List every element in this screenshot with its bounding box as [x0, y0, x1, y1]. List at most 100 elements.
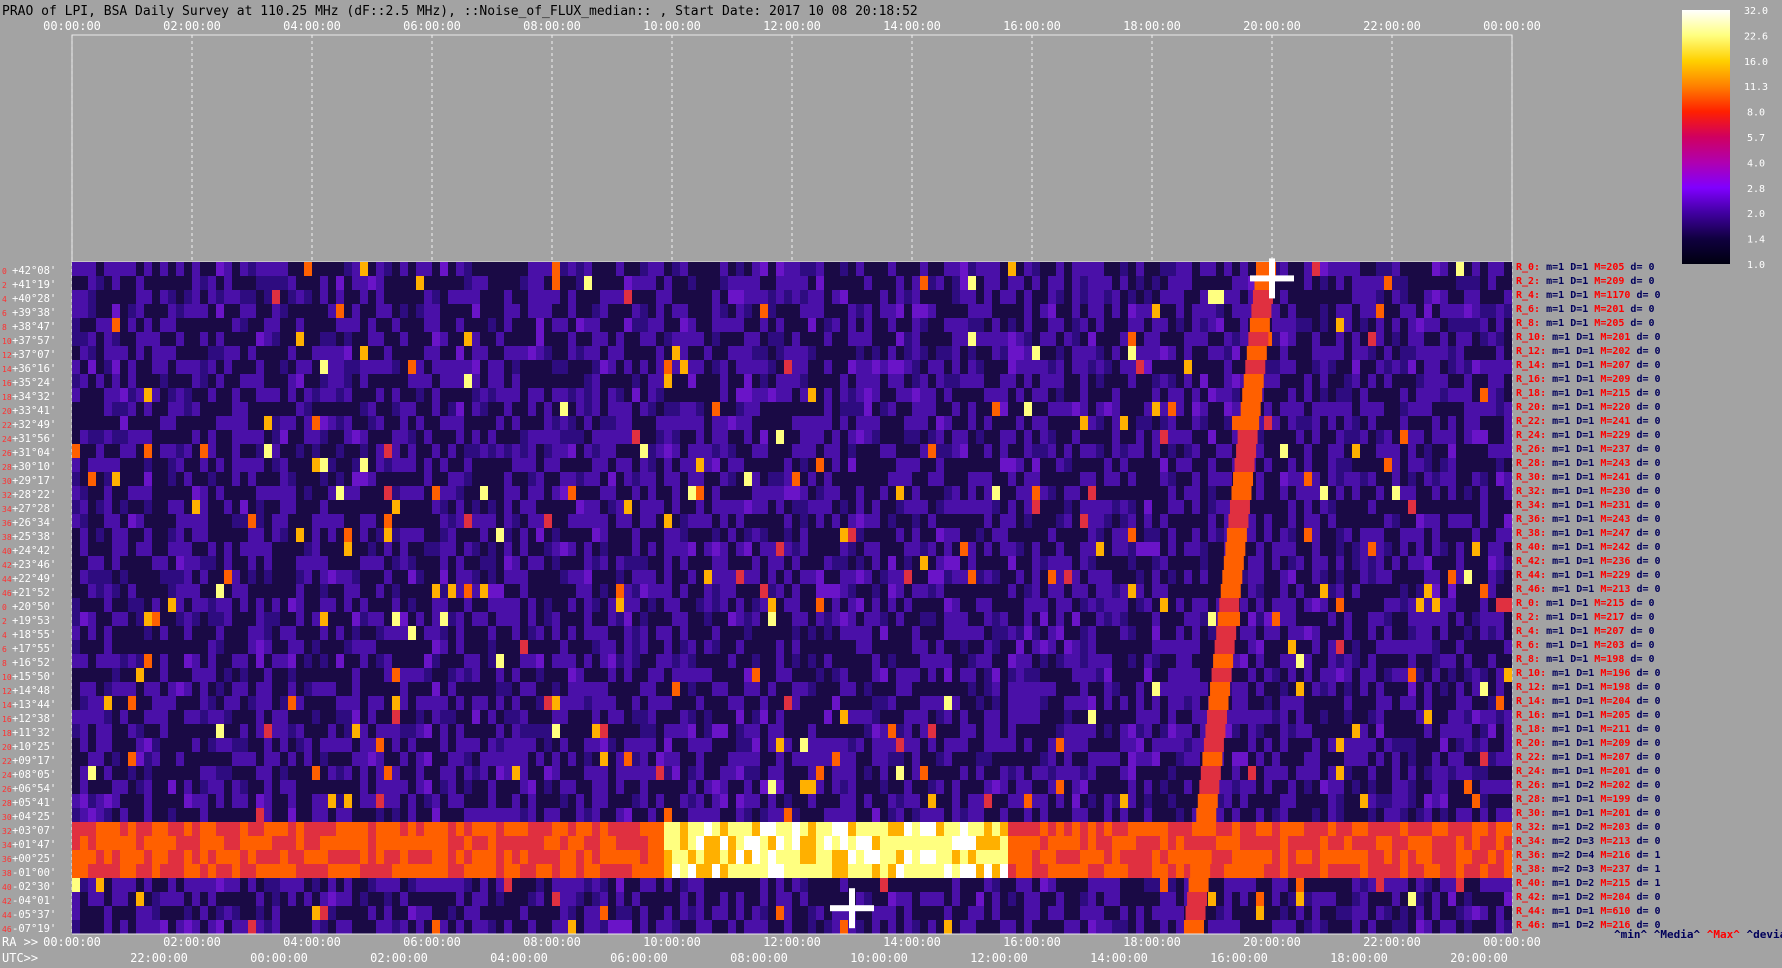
heatmap-cell [1216, 388, 1224, 402]
heatmap-cell [1000, 738, 1008, 752]
heatmap-cell [1408, 668, 1416, 682]
heatmap-cell [1104, 500, 1112, 514]
heatmap-cell [792, 556, 800, 570]
heatmap-cell [232, 402, 240, 416]
heatmap-cell [936, 892, 944, 906]
heatmap-cell [1280, 766, 1288, 780]
heatmap-cell [888, 360, 896, 374]
heatmap-cell [896, 682, 904, 696]
heatmap-cell [264, 752, 272, 766]
heatmap-cell [208, 738, 216, 752]
heatmap-cell [1352, 752, 1360, 766]
heatmap-cell [568, 864, 576, 878]
heatmap-cell [1064, 766, 1072, 780]
heatmap-cell [136, 864, 144, 878]
heatmap-cell [1152, 346, 1160, 360]
heatmap-cell [1464, 696, 1472, 710]
heatmap-cell [1464, 766, 1472, 780]
heatmap-cell [832, 486, 840, 500]
heatmap-cell [184, 556, 192, 570]
heatmap-cell [272, 892, 280, 906]
heatmap-cell [616, 766, 624, 780]
heatmap-cell [1128, 836, 1136, 850]
heatmap-cell [1456, 878, 1464, 892]
heatmap-cell [848, 584, 856, 598]
heatmap-cell [440, 458, 448, 472]
heatmap-cell [304, 738, 312, 752]
heatmap-cell [272, 430, 280, 444]
heatmap-cell [224, 542, 232, 556]
heatmap-cell [1320, 388, 1328, 402]
heatmap-cell [952, 360, 960, 374]
heatmap-cell [416, 276, 424, 290]
heatmap-cell [528, 626, 536, 640]
heatmap-cell [1496, 822, 1504, 836]
heatmap-cell [1248, 514, 1256, 528]
heatmap-cell [920, 374, 928, 388]
heatmap-cell [840, 402, 848, 416]
heatmap-cell [760, 696, 768, 710]
heatmap-cell [496, 766, 504, 780]
heatmap-cell [560, 738, 568, 752]
heatmap-cell [440, 864, 448, 878]
heatmap-cell [872, 556, 880, 570]
heatmap-cell [1392, 668, 1400, 682]
heatmap-cell [1040, 556, 1048, 570]
heatmap-cell [800, 304, 808, 318]
heatmap-cell [472, 668, 480, 682]
heatmap-cell [640, 584, 648, 598]
heatmap-cell [1184, 276, 1192, 290]
heatmap-cell [1192, 542, 1200, 556]
heatmap-cell [1128, 360, 1136, 374]
heatmap-cell [152, 346, 160, 360]
heatmap-cell [752, 262, 760, 276]
heatmap-cell [1320, 402, 1328, 416]
heatmap-cell [120, 864, 128, 878]
heatmap-cell [712, 290, 720, 304]
heatmap-cell [1432, 640, 1440, 654]
heatmap-cell [1048, 864, 1056, 878]
heatmap-cell [760, 360, 768, 374]
heatmap-cell [1472, 836, 1480, 850]
heatmap-cell [1192, 528, 1200, 542]
heatmap-cell [1088, 486, 1096, 500]
heatmap-cell [872, 598, 880, 612]
heatmap-cell [400, 542, 408, 556]
heatmap-cell [888, 318, 896, 332]
heatmap-cell [1088, 766, 1096, 780]
heatmap-cell [136, 430, 144, 444]
heatmap-cell [440, 612, 448, 626]
heatmap-cell [1312, 514, 1320, 528]
heatmap-cell [648, 388, 656, 402]
heatmap-cell [1376, 556, 1384, 570]
heatmap-cell [920, 318, 928, 332]
heatmap-cell [408, 570, 416, 584]
heatmap-cell [1312, 262, 1320, 276]
heatmap-cell [1272, 752, 1280, 766]
heatmap-cell [600, 416, 608, 430]
heatmap-cell [984, 836, 992, 850]
heatmap-cell [1176, 738, 1184, 752]
heatmap-cell [80, 430, 88, 444]
heatmap-cell [1360, 472, 1368, 486]
heatmap-cell [1504, 668, 1512, 682]
heatmap-cell [656, 444, 664, 458]
heatmap-cell [984, 822, 992, 836]
heatmap-cell [1144, 710, 1152, 724]
heatmap-cell [744, 668, 752, 682]
heatmap-cell [784, 528, 792, 542]
heatmap-cell [376, 766, 384, 780]
heatmap-cell [1448, 444, 1456, 458]
heatmap-cell [1072, 836, 1080, 850]
heatmap-cell [416, 906, 424, 920]
heatmap-cell [760, 836, 768, 850]
heatmap-cell [848, 738, 856, 752]
heatmap-cell [1440, 374, 1448, 388]
heatmap-cell [760, 444, 768, 458]
heatmap-cell [1168, 710, 1176, 724]
heatmap-cell [1176, 836, 1184, 850]
heatmap-cell [1168, 486, 1176, 500]
heatmap-cell [1272, 822, 1280, 836]
heatmap-cell [296, 584, 304, 598]
heatmap-cell [864, 514, 872, 528]
